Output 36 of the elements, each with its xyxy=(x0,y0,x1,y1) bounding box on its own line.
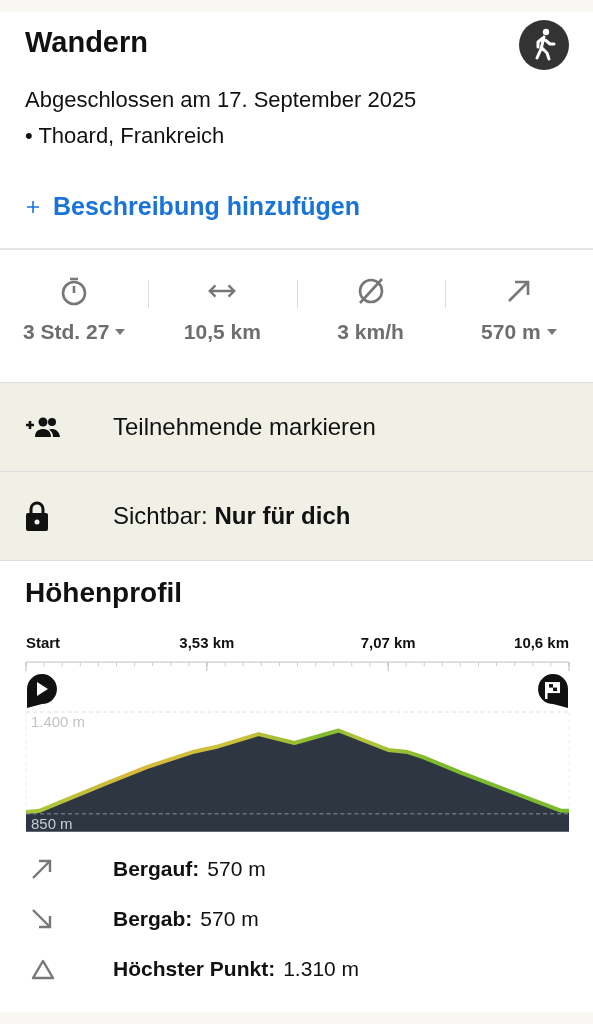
action-label: Sichtbar: Nur für dich xyxy=(113,502,351,530)
lock-icon xyxy=(24,500,50,532)
activity-title: Wandern xyxy=(25,26,148,59)
summary-label: Bergab: xyxy=(113,906,193,931)
axis-label: 3,53 km xyxy=(179,634,235,652)
completion-date: Abgeschlossen am 17. September 2025 xyxy=(25,86,418,114)
section-title: Höhenprofil xyxy=(25,577,184,609)
axis-label: Start xyxy=(26,634,61,652)
axis-label: 1.400 m xyxy=(31,713,86,730)
stat-value: 10,5 km xyxy=(183,320,261,344)
summary-value: 570 m xyxy=(207,856,266,881)
add-description-link[interactable]: Beschreibung hinzufügen xyxy=(25,192,360,221)
action-label: Teilnehmende markieren xyxy=(113,413,376,441)
summary-label: Höchster Punkt: xyxy=(113,956,276,981)
plus-icon xyxy=(25,198,41,215)
hiker-icon xyxy=(519,20,569,70)
arrow-up-right-icon xyxy=(31,857,53,880)
summary-label: Bergauf: xyxy=(113,856,200,881)
finish-flag-pin-icon xyxy=(538,674,568,709)
caret-icon[interactable] xyxy=(115,329,126,335)
action-row[interactable]: Sichtbar: Nur für dich xyxy=(0,472,593,561)
stat-value: 3 km/h xyxy=(337,320,404,344)
axis-label: 10,6 km xyxy=(514,634,569,652)
add-people-icon xyxy=(24,416,62,438)
summary-value: 570 m xyxy=(200,906,259,931)
axis-label: 7,07 km xyxy=(360,634,416,652)
triangle-icon xyxy=(31,957,55,980)
location-text: • Thoard, Frankreich xyxy=(25,122,226,150)
summary-value: 1.310 m xyxy=(283,956,360,981)
caret-icon[interactable] xyxy=(546,329,557,335)
start-pin-icon xyxy=(27,674,57,709)
arrow-down-right-icon xyxy=(31,907,53,930)
action-row[interactable]: Teilnehmende markieren xyxy=(0,383,593,472)
stat-value: 570 m xyxy=(481,320,541,344)
stat-value: 3 Std. 27 xyxy=(22,320,110,344)
axis-label: 850 m xyxy=(31,814,73,832)
